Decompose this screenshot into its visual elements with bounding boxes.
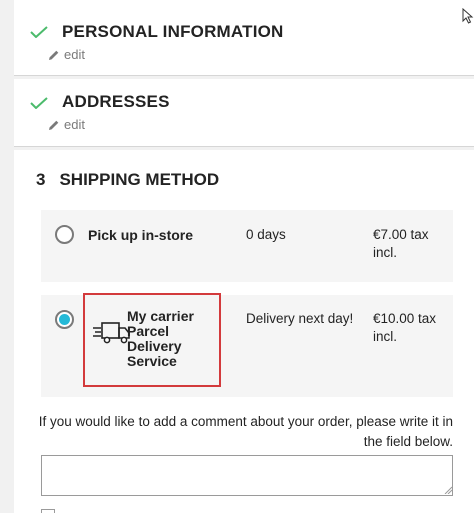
radio-dot xyxy=(59,314,70,325)
carrier-option-pickup[interactable]: Pick up in-store 0 days €7.00 tax incl. xyxy=(41,210,453,282)
carrier-delay: 0 days xyxy=(246,227,286,242)
check-icon xyxy=(30,97,48,109)
carrier-name: My carrier Parcel Delivery Service xyxy=(127,308,194,369)
truck-icon xyxy=(93,322,130,344)
carrier-radio-selected[interactable] xyxy=(55,310,74,329)
order-comment-textarea[interactable] xyxy=(41,455,453,496)
checkbox[interactable] xyxy=(41,509,55,513)
mouse-cursor-icon xyxy=(462,8,474,24)
pencil-icon xyxy=(49,120,59,130)
pencil-icon xyxy=(49,50,59,60)
comment-label: If you would like to add a comment about… xyxy=(38,414,453,449)
carrier-option-my-carrier[interactable]: My carrier Parcel Delivery Service Deliv… xyxy=(41,293,453,397)
step-addresses: ADDRESSES edit xyxy=(14,79,474,147)
carrier-radio[interactable] xyxy=(55,225,74,244)
edit-label: edit xyxy=(64,117,85,132)
check-icon xyxy=(30,26,48,38)
step-shipping-method: 3 SHIPPING METHOD Pick up in-store 0 day… xyxy=(14,150,474,513)
edit-addresses-link[interactable]: edit xyxy=(48,117,85,132)
edit-label: edit xyxy=(64,47,85,62)
resize-grip-icon[interactable] xyxy=(444,486,452,494)
step-title: ADDRESSES xyxy=(62,92,170,111)
step-personal-information: PERSONAL INFORMATION edit xyxy=(14,0,474,76)
step-title-text: SHIPPING METHOD xyxy=(59,170,220,189)
carrier-delay: Delivery next day! xyxy=(246,311,354,326)
carrier-price: €10.00 tax incl. xyxy=(373,311,437,344)
step-title: 3 SHIPPING METHOD xyxy=(36,170,219,190)
carrier-price: €7.00 tax incl. xyxy=(373,227,429,260)
step-number: 3 xyxy=(36,170,46,189)
edit-personal-link[interactable]: edit xyxy=(48,47,85,62)
step-title: PERSONAL INFORMATION xyxy=(62,22,284,41)
carrier-name: Pick up in-store xyxy=(88,227,194,243)
